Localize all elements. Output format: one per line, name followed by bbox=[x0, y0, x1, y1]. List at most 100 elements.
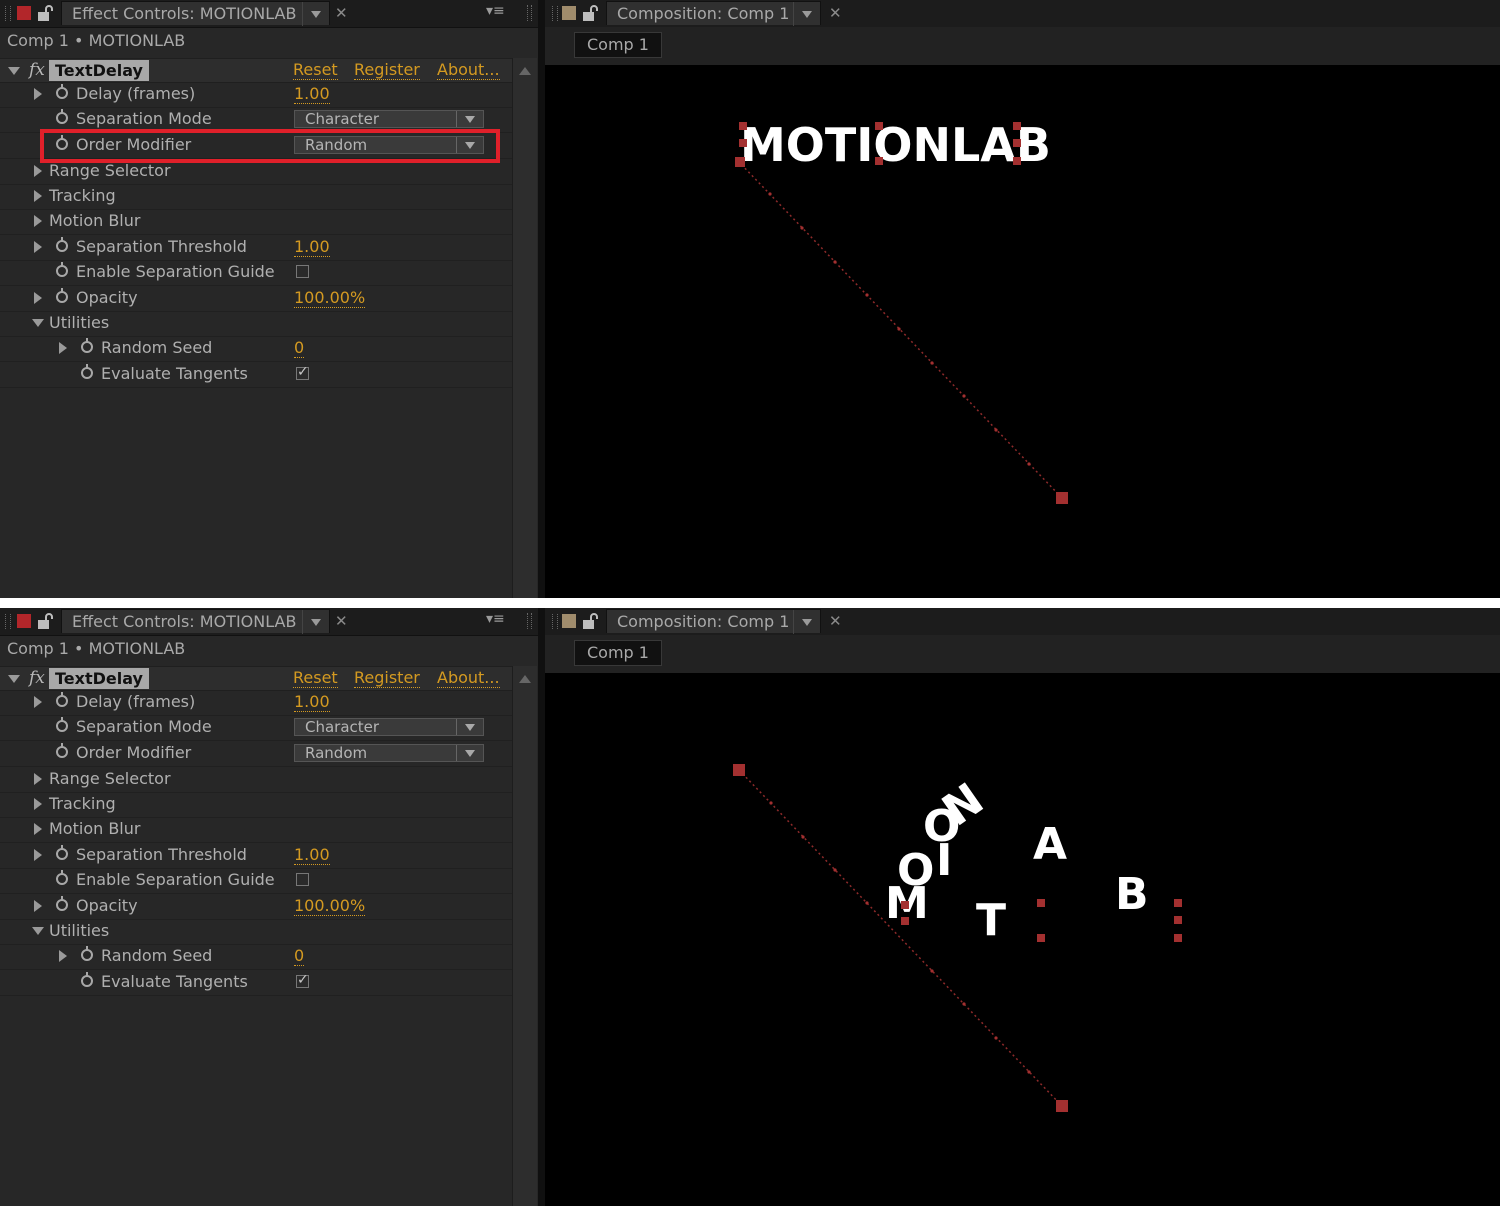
chevron-down-icon[interactable] bbox=[456, 719, 483, 735]
expand-triangle-icon[interactable] bbox=[34, 241, 42, 253]
viewer-canvas[interactable]: M O T I O N A B bbox=[545, 673, 1500, 1206]
stopwatch-icon[interactable] bbox=[81, 946, 93, 961]
stopwatch-icon[interactable] bbox=[56, 743, 68, 758]
opacity-value[interactable]: 100.00% bbox=[294, 288, 366, 308]
stopwatch-icon[interactable] bbox=[56, 262, 68, 277]
property-row-utilities[interactable]: Utilities bbox=[0, 311, 512, 337]
collapse-triangle-icon[interactable] bbox=[32, 927, 44, 935]
separation-mode-select[interactable]: Character bbox=[294, 718, 484, 736]
panel-grip-handle[interactable] bbox=[5, 614, 11, 629]
composition-viewer[interactable]: MOTIONLAB bbox=[545, 65, 1500, 598]
property-row-evaluate-tangents[interactable]: Evaluate Tangents bbox=[0, 970, 512, 996]
expand-triangle-icon[interactable] bbox=[34, 798, 42, 810]
register-link[interactable]: Register bbox=[354, 60, 420, 80]
scrollbar[interactable] bbox=[512, 666, 537, 1206]
property-row-opacity[interactable]: Opacity 100.00% bbox=[0, 894, 512, 920]
property-row-enable-separation-guide[interactable]: Enable Separation Guide bbox=[0, 260, 512, 286]
stopwatch-icon[interactable] bbox=[56, 717, 68, 732]
collapse-triangle-icon[interactable] bbox=[8, 675, 20, 683]
property-row-range-selector[interactable]: Range Selector bbox=[0, 767, 512, 793]
expand-triangle-icon[interactable] bbox=[34, 773, 42, 785]
expand-triangle-icon[interactable] bbox=[59, 950, 67, 962]
evaluate-tangents-checkbox[interactable] bbox=[296, 972, 309, 988]
about-link[interactable]: About... bbox=[437, 668, 500, 688]
expand-triangle-icon[interactable] bbox=[34, 823, 42, 835]
property-row-tracking[interactable]: Tracking bbox=[0, 184, 512, 210]
property-row-order-modifier[interactable]: Order Modifier Random bbox=[0, 741, 512, 767]
tab-effect-controls[interactable]: Effect Controls: MOTIONLAB bbox=[61, 609, 330, 634]
property-row-separation-mode[interactable]: Separation Mode Character bbox=[0, 715, 512, 741]
expand-triangle-icon[interactable] bbox=[34, 165, 42, 177]
collapse-triangle-icon[interactable] bbox=[32, 319, 44, 327]
separation-mode-select[interactable]: Character bbox=[294, 110, 484, 128]
separation-guide-checkbox[interactable] bbox=[296, 873, 309, 886]
delay-value[interactable]: 1.00 bbox=[294, 84, 330, 104]
path-end-vertex[interactable] bbox=[1056, 1100, 1068, 1112]
expand-triangle-icon[interactable] bbox=[34, 88, 42, 100]
expand-triangle-icon[interactable] bbox=[59, 342, 67, 354]
property-row-separation-threshold[interactable]: Separation Threshold 1.00 bbox=[0, 843, 512, 869]
close-icon[interactable]: ✕ bbox=[335, 609, 348, 633]
tab-dropdown-icon[interactable] bbox=[793, 2, 820, 26]
expand-triangle-icon[interactable] bbox=[34, 696, 42, 708]
stopwatch-icon[interactable] bbox=[56, 84, 68, 99]
fx-icon[interactable]: fx bbox=[29, 668, 45, 688]
tab-dropdown-icon[interactable] bbox=[302, 610, 329, 634]
property-row-enable-separation-guide[interactable]: Enable Separation Guide bbox=[0, 868, 512, 894]
order-modifier-select[interactable]: Random bbox=[294, 744, 484, 762]
panel-divider[interactable] bbox=[538, 608, 545, 1206]
stopwatch-icon[interactable] bbox=[56, 288, 68, 303]
panel-menu-icon[interactable]: ▾≡ bbox=[486, 3, 505, 19]
panel-grip-handle[interactable] bbox=[552, 6, 558, 21]
letter-o[interactable]: O bbox=[897, 845, 934, 896]
register-link[interactable]: Register bbox=[354, 668, 420, 688]
threshold-value[interactable]: 1.00 bbox=[294, 845, 330, 865]
fx-icon[interactable]: fx bbox=[29, 60, 45, 80]
stopwatch-icon[interactable] bbox=[81, 972, 93, 987]
evaluate-tangents-checkbox[interactable] bbox=[296, 364, 309, 380]
letter-b[interactable]: B bbox=[1115, 869, 1149, 920]
tab-effect-controls[interactable]: Effect Controls: MOTIONLAB bbox=[61, 1, 330, 26]
expand-triangle-icon[interactable] bbox=[34, 849, 42, 861]
property-row-evaluate-tangents[interactable]: Evaluate Tangents bbox=[0, 362, 512, 388]
comp-text[interactable]: MOTIONLAB bbox=[740, 118, 1051, 172]
comp-name-chip[interactable]: Comp 1 bbox=[574, 640, 662, 666]
stopwatch-icon[interactable] bbox=[56, 870, 68, 885]
stopwatch-icon[interactable] bbox=[56, 237, 68, 252]
panel-menu-icon[interactable]: ▾≡ bbox=[486, 611, 505, 627]
delay-value[interactable]: 1.00 bbox=[294, 692, 330, 712]
lock-icon[interactable] bbox=[582, 613, 600, 630]
expand-triangle-icon[interactable] bbox=[34, 900, 42, 912]
path-start-vertex[interactable] bbox=[733, 764, 745, 776]
tab-composition[interactable]: Composition: Comp 1 bbox=[606, 609, 821, 634]
scrollbar[interactable] bbox=[512, 58, 537, 598]
stopwatch-icon[interactable] bbox=[56, 896, 68, 911]
close-icon[interactable]: ✕ bbox=[829, 609, 842, 633]
reset-link[interactable]: Reset bbox=[293, 668, 338, 688]
expand-triangle-icon[interactable] bbox=[34, 190, 42, 202]
viewer-canvas[interactable]: MOTIONLAB bbox=[545, 65, 1500, 598]
stopwatch-icon[interactable] bbox=[56, 692, 68, 707]
tab-dropdown-icon[interactable] bbox=[302, 2, 329, 26]
property-row-delay[interactable]: Delay (frames) 1.00 bbox=[0, 82, 512, 108]
lock-icon[interactable] bbox=[37, 613, 55, 630]
expand-triangle-icon[interactable] bbox=[34, 292, 42, 304]
property-row-opacity[interactable]: Opacity 100.00% bbox=[0, 286, 512, 312]
random-seed-value[interactable]: 0 bbox=[294, 338, 305, 358]
panel-grip-handle[interactable] bbox=[527, 5, 532, 21]
opacity-value[interactable]: 100.00% bbox=[294, 896, 366, 916]
close-icon[interactable]: ✕ bbox=[829, 1, 842, 25]
effect-header-row[interactable]: fx TextDelay Reset Register About... bbox=[0, 666, 512, 691]
expand-triangle-icon[interactable] bbox=[34, 215, 42, 227]
tab-composition[interactable]: Composition: Comp 1 bbox=[606, 1, 821, 26]
property-row-tracking[interactable]: Tracking bbox=[0, 792, 512, 818]
effect-header-row[interactable]: fx TextDelay Reset Register About... bbox=[0, 58, 512, 83]
panel-grip-handle[interactable] bbox=[527, 613, 532, 629]
stopwatch-icon[interactable] bbox=[56, 845, 68, 860]
property-row-random-seed[interactable]: Random Seed 0 bbox=[0, 944, 512, 970]
property-row-utilities[interactable]: Utilities bbox=[0, 919, 512, 945]
property-row-motion-blur[interactable]: Motion Blur bbox=[0, 209, 512, 235]
threshold-value[interactable]: 1.00 bbox=[294, 237, 330, 257]
reset-link[interactable]: Reset bbox=[293, 60, 338, 80]
chevron-down-icon[interactable] bbox=[456, 745, 483, 761]
